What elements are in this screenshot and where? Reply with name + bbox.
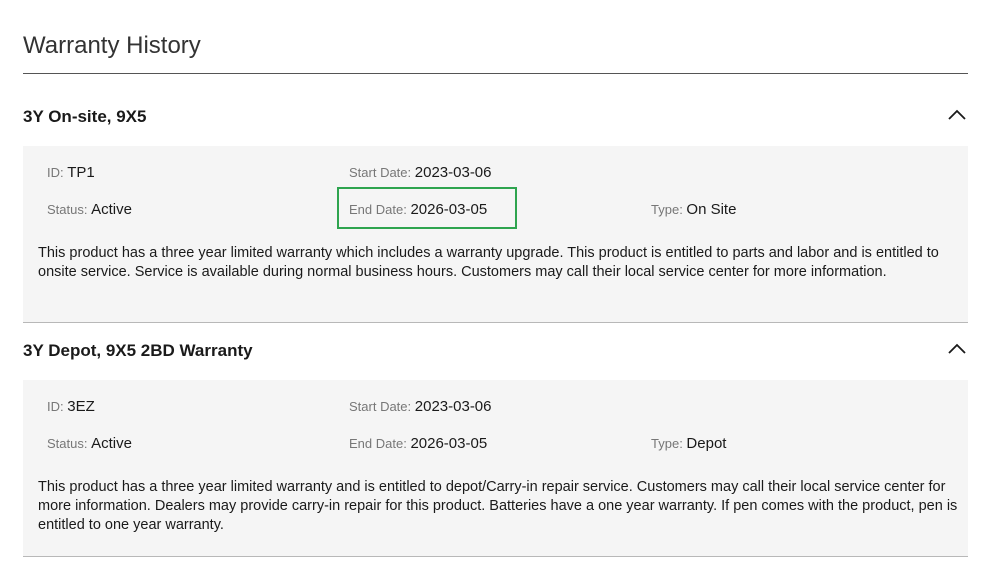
status-label: Status <box>47 202 84 217</box>
status-label: Status <box>47 436 84 451</box>
status-value: Active <box>91 201 132 218</box>
status-value: Active <box>91 435 132 452</box>
warranty-type: Type: On Site <box>651 201 737 218</box>
warranty-id: ID: 3EZ <box>47 398 95 415</box>
start-date-label: Start Date <box>349 399 408 414</box>
chevron-up-icon[interactable] <box>946 338 968 360</box>
id-value: TP1 <box>67 164 95 181</box>
start-date-value: 2023-03-06 <box>414 398 492 415</box>
id-value: 3EZ <box>67 398 95 415</box>
warranty-start-date: Start Date: 2023-03-06 <box>349 164 492 181</box>
page-title: Warranty History <box>23 32 201 59</box>
id-label: ID <box>47 399 60 414</box>
end-date-label: End Date <box>349 436 404 451</box>
warranty-details-card: ID: TP1 Start Date: 2023-03-06 Status: A… <box>23 146 968 323</box>
warranty-end-date: End Date: 2026-03-05 <box>349 435 488 452</box>
start-date-label: Start Date <box>349 165 408 180</box>
warranty-details-card: ID: 3EZ Start Date: 2023-03-06 Status: A… <box>23 380 968 557</box>
end-date-value: 2026-03-05 <box>410 201 488 218</box>
type-value: Depot <box>686 435 727 452</box>
warranty-status: Status: Active <box>47 201 132 218</box>
type-value: On Site <box>686 201 737 218</box>
end-date-label: End Date <box>349 202 404 217</box>
warranty-status: Status: Active <box>47 435 132 452</box>
warranty-section-header[interactable]: 3Y Depot, 9X5 2BD Warranty <box>23 332 968 372</box>
warranty-end-date: End Date: 2026-03-05 <box>349 201 488 218</box>
type-label: Type <box>651 436 680 451</box>
warranty-type: Type: Depot <box>651 435 727 452</box>
start-date-value: 2023-03-06 <box>414 164 492 181</box>
id-label: ID <box>47 165 60 180</box>
chevron-up-icon[interactable] <box>946 104 968 126</box>
warranty-id: ID: TP1 <box>47 164 95 181</box>
warranty-title: 3Y On-site, 9X5 <box>23 107 147 126</box>
type-label: Type <box>651 202 680 217</box>
end-date-value: 2026-03-05 <box>410 435 488 452</box>
warranty-description: This product has a three year limited wa… <box>38 479 958 533</box>
warranty-start-date: Start Date: 2023-03-06 <box>349 398 492 415</box>
warranty-description: This product has a three year limited wa… <box>38 245 939 280</box>
warranty-title: 3Y Depot, 9X5 2BD Warranty <box>23 341 253 360</box>
warranty-section-header[interactable]: 3Y On-site, 9X5 <box>23 98 968 138</box>
title-divider <box>23 73 968 74</box>
